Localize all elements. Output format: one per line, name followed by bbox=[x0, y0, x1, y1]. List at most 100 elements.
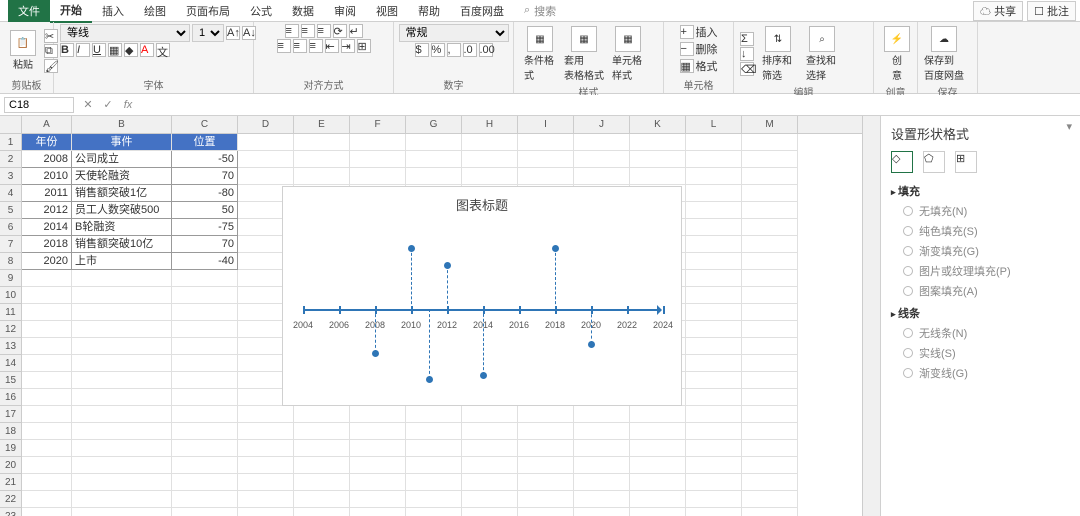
cell[interactable] bbox=[518, 440, 574, 457]
cell[interactable] bbox=[462, 168, 518, 185]
cell[interactable] bbox=[686, 287, 742, 304]
cell[interactable] bbox=[742, 151, 798, 168]
row-header[interactable]: 12 bbox=[0, 321, 21, 338]
cell[interactable] bbox=[172, 287, 238, 304]
cell[interactable] bbox=[742, 236, 798, 253]
data-marker[interactable] bbox=[552, 245, 559, 252]
cell[interactable] bbox=[172, 338, 238, 355]
cell[interactable] bbox=[742, 321, 798, 338]
cell[interactable] bbox=[22, 508, 72, 516]
cell[interactable] bbox=[742, 287, 798, 304]
data-marker[interactable] bbox=[372, 350, 379, 357]
cell[interactable] bbox=[406, 406, 462, 423]
cell[interactable] bbox=[72, 304, 172, 321]
cell[interactable] bbox=[630, 491, 686, 508]
insert-cells-icon[interactable]: + bbox=[680, 25, 694, 39]
row-header[interactable]: 1 bbox=[0, 134, 21, 151]
number-format-select[interactable]: 常规 bbox=[399, 24, 509, 42]
cell[interactable] bbox=[406, 474, 462, 491]
tab-视图[interactable]: 视图 bbox=[366, 0, 408, 22]
cell[interactable] bbox=[22, 440, 72, 457]
cell[interactable] bbox=[72, 372, 172, 389]
cell[interactable]: 天使轮融资 bbox=[72, 168, 172, 185]
data-marker[interactable] bbox=[408, 245, 415, 252]
cell[interactable] bbox=[294, 151, 350, 168]
orientation-icon[interactable]: ⟳ bbox=[333, 24, 347, 38]
cell[interactable] bbox=[172, 491, 238, 508]
format-option[interactable]: 渐变线(G) bbox=[903, 365, 1070, 381]
cell[interactable] bbox=[686, 168, 742, 185]
cell[interactable] bbox=[172, 389, 238, 406]
tab-百度网盘[interactable]: 百度网盘 bbox=[450, 0, 514, 22]
cell[interactable] bbox=[518, 508, 574, 516]
cell[interactable] bbox=[462, 508, 518, 516]
percent-icon[interactable]: % bbox=[431, 43, 445, 57]
cell[interactable] bbox=[238, 491, 294, 508]
cell[interactable] bbox=[630, 457, 686, 474]
cell[interactable] bbox=[686, 406, 742, 423]
align-bot-icon[interactable]: ≡ bbox=[317, 24, 331, 38]
chart-title[interactable]: 图表标题 bbox=[283, 195, 681, 214]
vertical-scrollbar[interactable] bbox=[862, 116, 880, 516]
format-option[interactable]: 实线(S) bbox=[903, 345, 1070, 361]
cell[interactable] bbox=[686, 440, 742, 457]
cell[interactable] bbox=[172, 474, 238, 491]
cell[interactable]: B轮融资 bbox=[72, 219, 172, 236]
row-header[interactable]: 7 bbox=[0, 236, 21, 253]
cell[interactable] bbox=[72, 457, 172, 474]
tab-数据[interactable]: 数据 bbox=[282, 0, 324, 22]
cell[interactable] bbox=[462, 134, 518, 151]
cell[interactable] bbox=[742, 508, 798, 516]
cell[interactable] bbox=[686, 389, 742, 406]
tab-页面布局[interactable]: 页面布局 bbox=[176, 0, 240, 22]
cell[interactable] bbox=[238, 406, 294, 423]
cell[interactable] bbox=[686, 508, 742, 516]
cell[interactable] bbox=[742, 202, 798, 219]
cell[interactable]: 销售额突破1亿 bbox=[72, 185, 172, 202]
col-header[interactable]: F bbox=[350, 116, 406, 133]
cell[interactable] bbox=[574, 474, 630, 491]
underline-icon[interactable]: U bbox=[92, 43, 106, 57]
indent-dec-icon[interactable]: ⇤ bbox=[325, 39, 339, 53]
cell[interactable] bbox=[518, 474, 574, 491]
autosum-icon[interactable]: Σ bbox=[740, 32, 754, 46]
row-header[interactable]: 22 bbox=[0, 491, 21, 508]
row-header[interactable]: 3 bbox=[0, 168, 21, 185]
cell[interactable] bbox=[574, 440, 630, 457]
tab-绘图[interactable]: 绘图 bbox=[134, 0, 176, 22]
cell[interactable] bbox=[72, 389, 172, 406]
data-marker[interactable] bbox=[588, 341, 595, 348]
cell[interactable]: 员工人数突破500 bbox=[72, 202, 172, 219]
row-header[interactable]: 5 bbox=[0, 202, 21, 219]
sort-filter-button[interactable]: ⇅排序和筛选 bbox=[758, 24, 798, 84]
format-option[interactable]: 图案填充(A) bbox=[903, 283, 1070, 299]
cell[interactable]: 上市 bbox=[72, 253, 172, 270]
cell[interactable]: 销售额突破10亿 bbox=[72, 236, 172, 253]
col-header[interactable]: C bbox=[172, 116, 238, 133]
cell[interactable] bbox=[574, 491, 630, 508]
cell[interactable] bbox=[742, 338, 798, 355]
cell[interactable] bbox=[742, 440, 798, 457]
italic-icon[interactable]: I bbox=[76, 43, 90, 57]
align-right-icon[interactable]: ≡ bbox=[309, 39, 323, 53]
cell[interactable] bbox=[686, 253, 742, 270]
cell[interactable] bbox=[742, 219, 798, 236]
cell[interactable] bbox=[238, 508, 294, 516]
col-header[interactable]: J bbox=[574, 116, 630, 133]
tab-开始[interactable]: 开始 bbox=[50, 0, 92, 23]
comma-icon[interactable]: , bbox=[447, 43, 461, 57]
insert-cells-button[interactable]: 插入 bbox=[696, 24, 718, 40]
cell[interactable] bbox=[72, 321, 172, 338]
row-header[interactable]: 17 bbox=[0, 406, 21, 423]
cell[interactable]: 事件 bbox=[72, 134, 172, 151]
cell[interactable] bbox=[22, 423, 72, 440]
increase-font-icon[interactable]: A↑ bbox=[226, 26, 240, 40]
fill-icon[interactable]: ↓ bbox=[740, 47, 754, 61]
cell[interactable] bbox=[22, 321, 72, 338]
cell[interactable] bbox=[686, 355, 742, 372]
cell[interactable] bbox=[172, 270, 238, 287]
cell[interactable] bbox=[518, 491, 574, 508]
col-header[interactable]: K bbox=[630, 116, 686, 133]
border-icon[interactable]: ▦ bbox=[108, 43, 122, 57]
cell[interactable]: 位置 bbox=[172, 134, 238, 151]
